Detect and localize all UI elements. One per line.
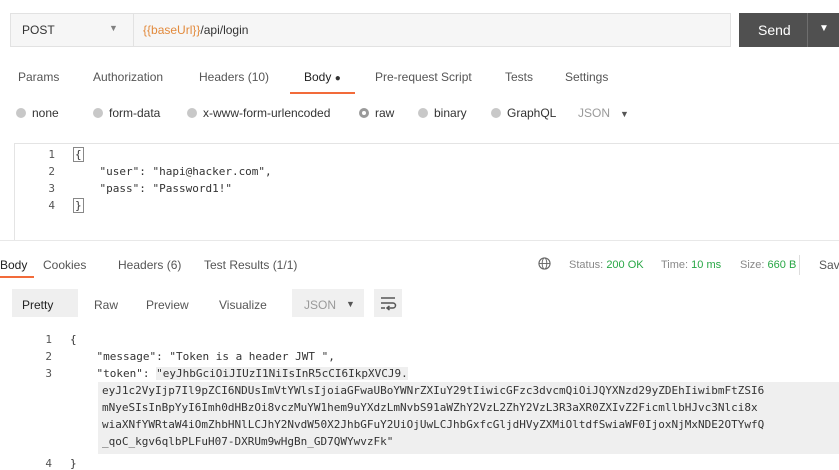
radio-binary-label: binary (434, 106, 467, 120)
response-format-label: JSON (304, 298, 337, 312)
tab-authorization[interactable]: Authorization (93, 70, 163, 84)
request-body-editor[interactable]: 1 2 3 4 { "user": "hapi@hacker.com", "pa… (14, 143, 839, 241)
matched-bracket: } (73, 198, 84, 213)
view-preview-button[interactable]: Preview (146, 298, 189, 312)
url-path: /api/login (200, 23, 249, 37)
body-format-select[interactable]: JSON ▼ (578, 106, 629, 120)
view-visualize-button[interactable]: Visualize (219, 298, 267, 312)
line-number: 1 (48, 148, 55, 161)
response-status: Status: 200 OK (569, 259, 644, 271)
time-label: Time: (661, 259, 689, 271)
response-tab-cookies[interactable]: Cookies (43, 258, 86, 272)
code-line-wrap: mNyeSIsInBpYyI6Imh0dHBzOi8vczMuYW1hem9uY… (102, 401, 758, 414)
divider (0, 240, 839, 241)
send-divider (807, 13, 808, 47)
send-dropdown-chevron-icon[interactable]: ▼ (819, 23, 829, 34)
radio-none[interactable]: none (16, 106, 59, 120)
response-body-viewer[interactable]: 1 2 3 4 { "message": "Token is a header … (0, 328, 839, 470)
chevron-down-icon: ▼ (346, 299, 355, 309)
body-format-label: JSON (578, 106, 611, 120)
response-size: Size: 660 B (740, 259, 796, 271)
tab-params[interactable]: Params (18, 70, 59, 84)
radio-dot-icon (16, 108, 26, 118)
radio-dot-icon (187, 108, 197, 118)
status-value: 200 OK (606, 259, 644, 271)
matched-bracket: { (73, 147, 84, 162)
tab-body-dot: ● (334, 73, 341, 84)
radio-binary[interactable]: binary (418, 106, 467, 120)
tab-settings[interactable]: Settings (565, 70, 608, 84)
method-label: POST (22, 23, 55, 37)
wrap-lines-button[interactable] (374, 289, 402, 317)
radio-raw[interactable]: raw (359, 106, 394, 120)
code-line: { (70, 333, 77, 346)
response-tab-headers[interactable]: Headers (6) (118, 258, 181, 272)
wrap-lines-icon (381, 297, 397, 311)
radio-none-label: none (32, 106, 59, 120)
response-tab-test-results[interactable]: Test Results (1/1) (204, 258, 297, 272)
send-label: Send (758, 22, 791, 38)
radio-form-data-label: form-data (109, 106, 161, 120)
tab-tests[interactable]: Tests (505, 70, 533, 84)
code-line: { (73, 147, 84, 162)
size-value: 660 B (767, 259, 797, 271)
radio-selected-icon (359, 108, 369, 118)
line-number: 1 (45, 333, 52, 346)
code-line: "message": "Token is a header JWT ", (70, 350, 335, 363)
active-tab-indicator (290, 92, 355, 94)
time-value: 10 ms (691, 259, 722, 271)
response-time: Time: 10 ms (661, 259, 721, 271)
code-line-wrap: _qoC_kgv6qlbPLFuH07-DXRUm9wHgBn_GD7QWYwv… (102, 435, 394, 448)
status-label: Status: (569, 259, 604, 271)
view-pretty-button[interactable]: Pretty (22, 298, 53, 312)
view-raw-button[interactable]: Raw (94, 298, 118, 312)
tab-body-label: Body (304, 70, 332, 84)
code-line: "pass": "Password1!" (73, 182, 232, 195)
send-button[interactable]: Send ▼ (739, 13, 839, 47)
tab-headers[interactable]: Headers (10) (199, 70, 269, 84)
line-number: 2 (48, 165, 55, 178)
request-bar: POST ▼ {{baseUrl}}/api/login (10, 13, 731, 47)
divider (799, 255, 800, 275)
token-start: "eyJhbGciOiJIUzI1NiIsInR5cCI6IkpXVCJ9. (156, 367, 408, 380)
radio-urlencoded-label: x-www-form-urlencoded (203, 106, 331, 120)
line-number: 2 (45, 350, 52, 363)
radio-dot-icon (491, 108, 501, 118)
code-line-wrap: eyJ1c2VyIjp7Il9pZCI6NDUsImVtYWlsIjoiaGFw… (102, 384, 765, 397)
size-label: Size: (740, 259, 765, 271)
radio-dot-icon (93, 108, 103, 118)
method-select[interactable]: POST ▼ (11, 14, 134, 46)
save-response-button[interactable]: Sav (819, 258, 839, 272)
chevron-down-icon: ▼ (620, 109, 629, 119)
chevron-down-icon: ▼ (109, 23, 118, 33)
code-line-wrap: wiaXNfYWRtaW4iOmZhbHNlLCJhY2NvdW50X2JhbG… (102, 418, 765, 431)
tab-prerequest-script[interactable]: Pre-request Script (375, 70, 472, 84)
globe-icon[interactable] (538, 257, 551, 270)
radio-graphql[interactable]: GraphQL (491, 106, 556, 120)
code-line: "user": "hapi@hacker.com", (73, 165, 272, 178)
tab-body[interactable]: Body ● (304, 70, 341, 84)
url-variable: {{baseUrl}} (143, 23, 201, 37)
code-line: "token": "eyJhbGciOiJIUzI1NiIsInR5cCI6Ik… (70, 367, 408, 380)
radio-raw-label: raw (375, 106, 395, 120)
radio-graphql-label: GraphQL (507, 106, 557, 120)
radio-dot-icon (418, 108, 428, 118)
response-format-select[interactable]: JSON ▼ (292, 289, 364, 317)
radio-urlencoded[interactable]: x-www-form-urlencoded (187, 106, 330, 120)
code-line: } (73, 198, 84, 213)
active-response-tab-indicator (0, 276, 34, 278)
line-number: 4 (48, 199, 55, 212)
url-input[interactable]: {{baseUrl}}/api/login (143, 23, 248, 37)
response-tab-body[interactable]: Body (0, 258, 27, 272)
line-number: 3 (48, 182, 55, 195)
radio-form-data[interactable]: form-data (93, 106, 160, 120)
line-number: 3 (45, 367, 52, 380)
